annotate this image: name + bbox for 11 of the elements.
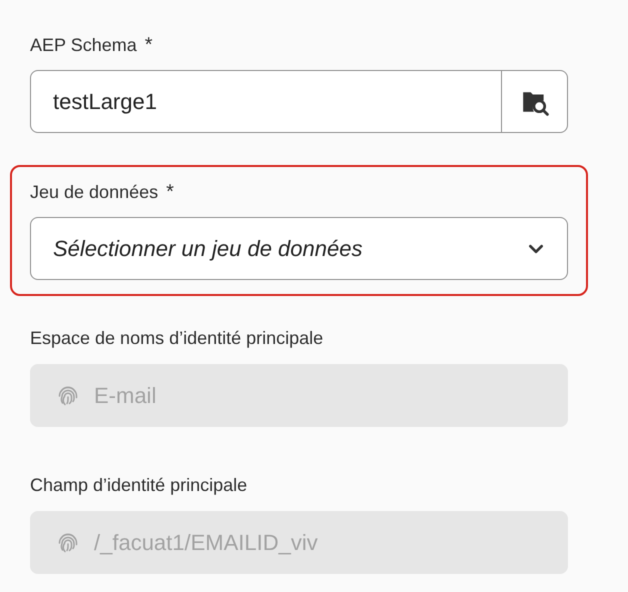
required-mark: * (166, 181, 174, 204)
browse-button[interactable] (502, 70, 568, 133)
fingerprint-icon (56, 530, 80, 554)
required-mark: * (144, 34, 153, 57)
field-label: AEP Schema (30, 35, 137, 56)
dataset-dropdown[interactable]: Sélectionner un jeu de données (30, 217, 568, 280)
field-label: Champ d’identité principale (30, 475, 248, 496)
field-label: Espace de noms d’identité principale (30, 328, 324, 349)
schema-input-field[interactable]: testLarge1 (30, 70, 502, 133)
fingerprint-icon (56, 384, 80, 408)
field-label: Jeu de données (30, 182, 158, 203)
